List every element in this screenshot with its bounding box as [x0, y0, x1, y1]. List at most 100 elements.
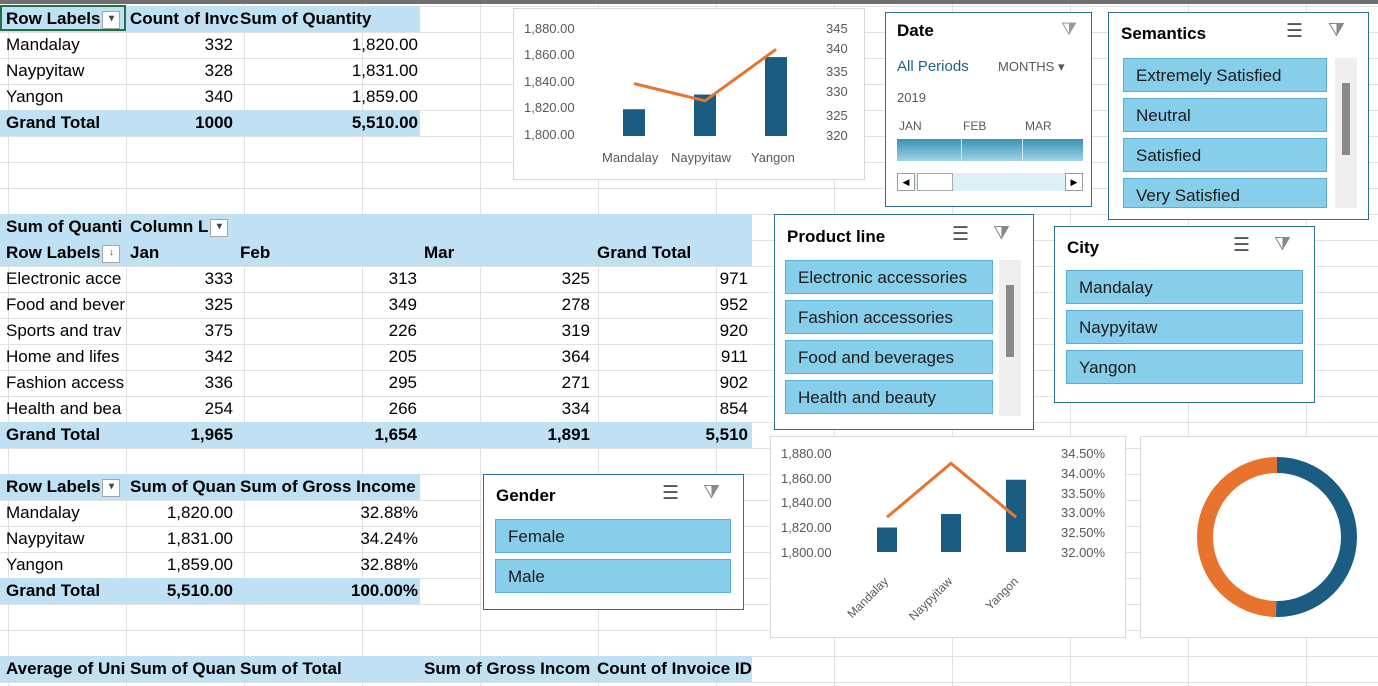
cell-value[interactable]: 328	[130, 58, 233, 84]
cell-value[interactable]: 342	[130, 344, 233, 370]
grand-total-header[interactable]: Grand Total	[597, 240, 747, 266]
slicer-item[interactable]: Satisfied	[1123, 138, 1327, 172]
bar-yangon[interactable]	[765, 57, 787, 136]
gender-slicer[interactable]: Gender ☰ ⧩ Female Male	[483, 474, 744, 610]
row-label[interactable]: Fashion access	[6, 370, 126, 396]
cell-value[interactable]: 319	[424, 318, 590, 344]
qty-header[interactable]: Sum of Quan	[130, 474, 238, 500]
clear-filter-icon[interactable]: ⧩	[1274, 234, 1291, 256]
product-line-slicer[interactable]: Product line ☰ ⧩ Electronic accessories …	[774, 214, 1034, 430]
cell-value[interactable]: 1,859.00	[240, 84, 418, 110]
city-slicer[interactable]: City ☰ ⧩ Mandalay Naypyitaw Yangon	[1054, 226, 1315, 403]
grand-total-value[interactable]: 100.00%	[240, 578, 418, 604]
row-label[interactable]: Naypyitaw	[6, 58, 126, 84]
row-label[interactable]: Home and lifes	[6, 344, 126, 370]
chart-quantity-count[interactable]: 1,880.00 1,860.00 1,840.00 1,820.00 1,80…	[513, 8, 865, 180]
grand-total-label[interactable]: Grand Total	[6, 110, 126, 136]
bar-mandalay[interactable]	[623, 109, 645, 136]
row-label[interactable]: Sports and trav	[6, 318, 126, 344]
scroll-right-icon[interactable]: ▶	[1065, 173, 1083, 191]
cell-value[interactable]: 1,820.00	[240, 32, 418, 58]
all-periods-link[interactable]: All Periods	[897, 58, 969, 75]
bar-mandalay[interactable]	[877, 527, 897, 553]
multiselect-icon[interactable]: ☰	[952, 223, 969, 246]
cell-value[interactable]: 334	[424, 396, 590, 422]
cell-value[interactable]: 205	[240, 344, 417, 370]
cell-value[interactable]: 1,859.00	[130, 552, 233, 578]
cell-value[interactable]: 32.88%	[240, 552, 418, 578]
row-label[interactable]: Mandalay	[6, 32, 126, 58]
cell-value[interactable]: 375	[130, 318, 233, 344]
row-label[interactable]: Electronic acce	[6, 266, 126, 292]
gross-header[interactable]: Sum of Gross Income	[240, 474, 418, 500]
scroll-thumb[interactable]	[1342, 83, 1350, 155]
summary-header[interactable]: Sum of Gross Incom	[424, 656, 594, 682]
unit-dropdown[interactable]: MONTHS ▾	[998, 59, 1065, 75]
values-header[interactable]: Sum of Quanti	[6, 214, 126, 240]
slicer-item[interactable]: Very Satisfied	[1123, 178, 1327, 208]
slicer-item[interactable]: Food and beverages	[785, 340, 993, 374]
cell-value[interactable]: 364	[424, 344, 590, 370]
cell-value[interactable]: 920	[597, 318, 748, 344]
chart-quantity-gross[interactable]: 1,880.00 1,860.00 1,840.00 1,820.00 1,80…	[770, 436, 1126, 638]
cell-value[interactable]: 313	[240, 266, 417, 292]
row-label[interactable]: Yangon	[6, 552, 126, 578]
cell-value[interactable]: 336	[130, 370, 233, 396]
row-labels-header[interactable]: Row Labels ↓	[6, 240, 126, 266]
cell-value[interactable]: 32.88%	[240, 500, 418, 526]
grand-total-label[interactable]: Grand Total	[6, 578, 126, 604]
grand-total-value[interactable]: 5,510	[597, 422, 748, 448]
row-label[interactable]: Mandalay	[6, 500, 126, 526]
cell-value[interactable]: 1,820.00	[130, 500, 233, 526]
month-header[interactable]: Mar	[424, 240, 524, 266]
bar-naypyitaw[interactable]	[941, 514, 961, 552]
slicer-item[interactable]: Health and beauty	[785, 380, 993, 414]
grand-total-value[interactable]: 1,891	[424, 422, 590, 448]
summary-header[interactable]: Count of Invoice ID	[597, 656, 752, 682]
row-labels-header[interactable]: Row Labels ▾	[6, 474, 126, 500]
grand-total-value[interactable]: 1,965	[130, 422, 233, 448]
row-label[interactable]: Naypyitaw	[6, 526, 126, 552]
line-series[interactable]	[886, 461, 1017, 519]
cell-value[interactable]: 902	[597, 370, 748, 396]
slicer-item[interactable]: Naypyitaw	[1066, 310, 1303, 344]
clear-filter-icon[interactable]: ⧩	[1328, 20, 1345, 42]
semantics-slicer[interactable]: Semantics ☰ ⧩ Extremely Satisfied Neutra…	[1108, 12, 1369, 220]
clear-filter-icon[interactable]: ⧩	[703, 482, 720, 504]
line-series[interactable]	[633, 48, 777, 103]
grand-total-value[interactable]: 5,510.00	[130, 578, 233, 604]
cell-value[interactable]: 325	[424, 266, 590, 292]
timeline-scrollbar[interactable]: ◀ ▶	[897, 173, 1083, 191]
month-header[interactable]: Jan	[130, 240, 230, 266]
slicer-item[interactable]: Electronic accessories	[785, 260, 993, 294]
sort-desc-icon[interactable]: ↓	[102, 244, 121, 263]
cell-value[interactable]: 340	[130, 84, 233, 110]
slicer-scrollbar[interactable]	[1335, 58, 1357, 208]
scroll-thumb[interactable]	[1006, 285, 1014, 357]
grand-total-value[interactable]: 5,510.00	[240, 110, 418, 136]
row-label[interactable]: Health and bea	[6, 396, 126, 422]
cell-value[interactable]: 34.24%	[240, 526, 418, 552]
summary-header[interactable]: Sum of Total	[240, 656, 420, 682]
row-label[interactable]: Food and bever	[6, 292, 126, 318]
slice-female[interactable]	[1197, 457, 1278, 617]
grand-total-value[interactable]: 1000	[130, 110, 233, 136]
cell-value[interactable]: 911	[597, 344, 748, 370]
cell-value[interactable]: 952	[597, 292, 748, 318]
cell-value[interactable]: 226	[240, 318, 417, 344]
grand-total-value[interactable]: 1,654	[240, 422, 417, 448]
cell-value[interactable]: 349	[240, 292, 417, 318]
cell-value[interactable]: 266	[240, 396, 417, 422]
multiselect-icon[interactable]: ☰	[1233, 234, 1250, 257]
cell-value[interactable]: 1,831.00	[240, 58, 418, 84]
scroll-left-icon[interactable]: ◀	[897, 173, 915, 191]
cell-value[interactable]: 1,831.00	[130, 526, 233, 552]
column-labels-header[interactable]: Column L ▾	[130, 214, 238, 240]
cell-value[interactable]: 332	[130, 32, 233, 58]
month-header[interactable]: Feb	[240, 240, 340, 266]
cell-value[interactable]: 333	[130, 266, 233, 292]
slicer-item[interactable]: Neutral	[1123, 98, 1327, 132]
cell-value[interactable]: 278	[424, 292, 590, 318]
slicer-item[interactable]: Male	[495, 559, 731, 593]
slicer-item[interactable]: Fashion accessories	[785, 300, 993, 334]
